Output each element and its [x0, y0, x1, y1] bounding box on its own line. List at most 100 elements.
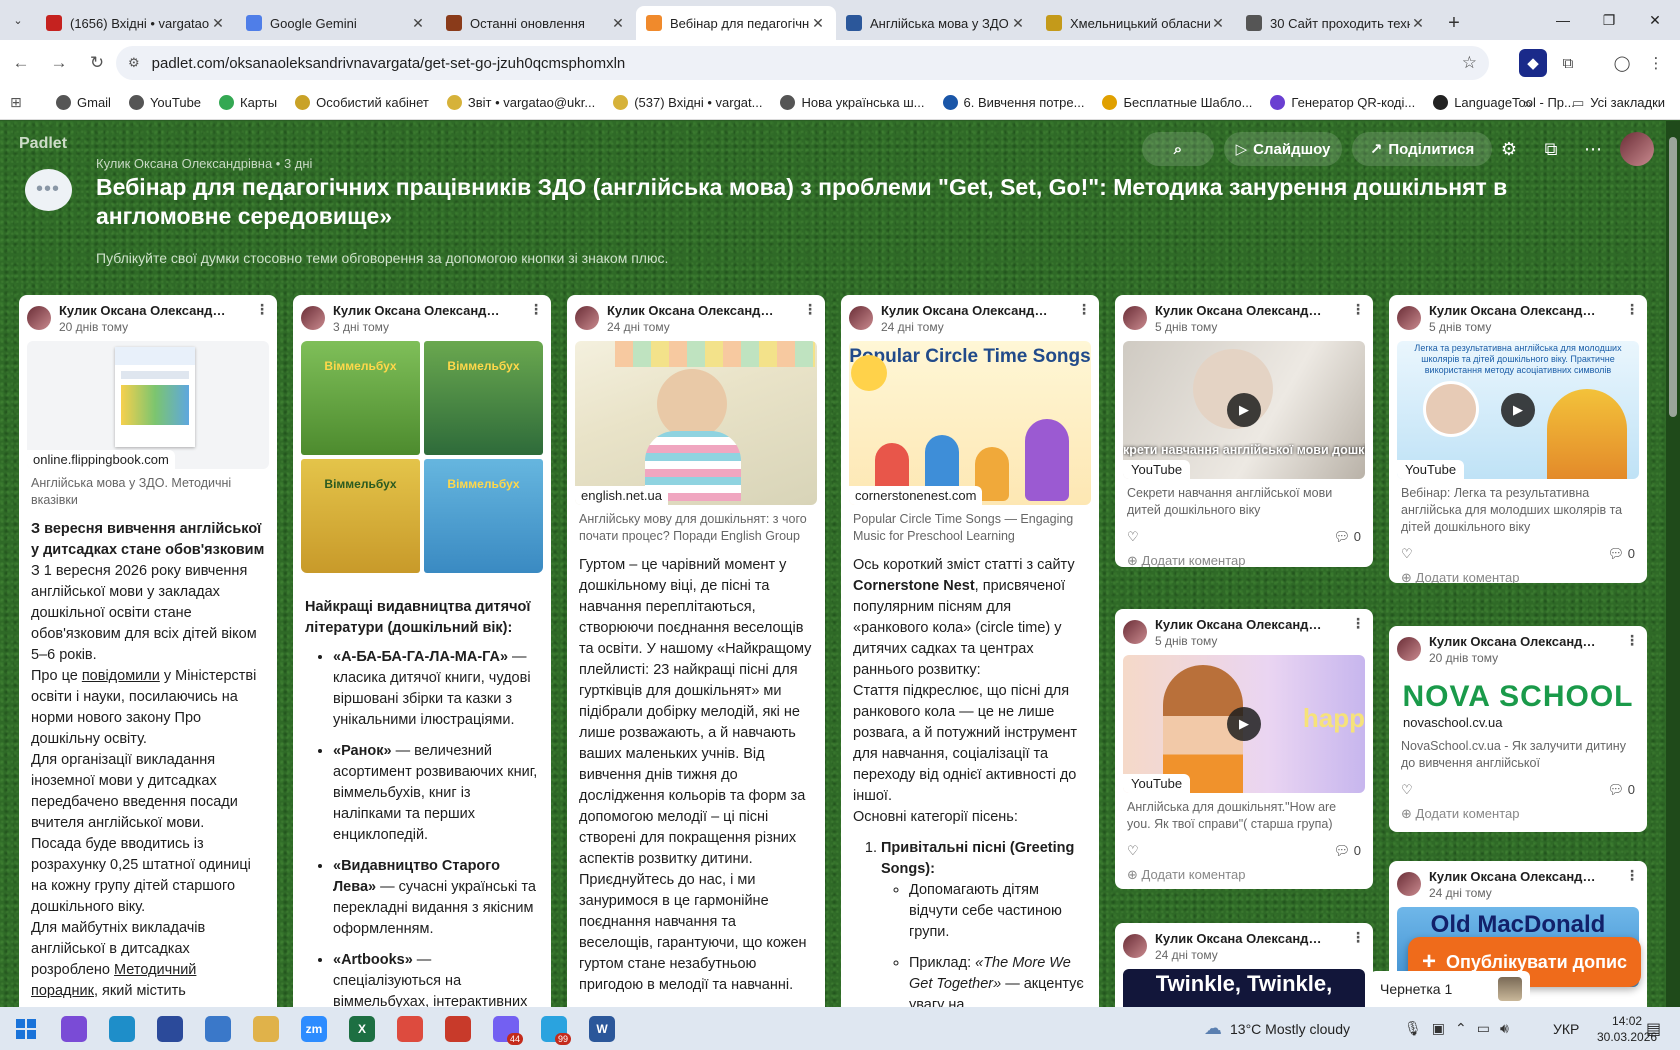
restore-button[interactable]: ❐: [1586, 0, 1632, 40]
post-menu-icon[interactable]: ⋮: [1625, 632, 1639, 649]
browser-tab[interactable]: Англійська мова у ЗДО. ✕: [836, 6, 1036, 40]
padlet-logo[interactable]: Padlet: [19, 135, 67, 153]
browser-menu-icon[interactable]: ⋮: [1642, 49, 1670, 77]
comment-count[interactable]: 💬︎ 0: [1608, 546, 1635, 562]
browser-tab[interactable]: Google Gemini ✕: [236, 6, 436, 40]
comment-count[interactable]: 💬︎ 0: [1334, 843, 1361, 859]
video-thumbnail[interactable]: Легка та результативна англійська для мо…: [1397, 341, 1639, 479]
excel-icon[interactable]: X: [342, 1009, 382, 1049]
volume-icon[interactable]: 🔊︎: [1500, 1020, 1509, 1037]
play-button[interactable]: ▶: [1227, 393, 1261, 427]
more-options-icon[interactable]: ⋯: [1576, 132, 1610, 166]
weather-widget[interactable]: ☁ 13°C Mostly cloudy: [1204, 1007, 1350, 1050]
bookmark-star-icon[interactable]: ☆: [1462, 53, 1477, 73]
add-comment-button[interactable]: ⊕ Додати коментар: [1389, 798, 1647, 822]
app-red-icon[interactable]: [438, 1009, 478, 1049]
mic-icon[interactable]: 🎙︎: [1404, 1020, 1422, 1037]
post-card[interactable]: Кулик Оксана Олександрі... 3 дні тому ⋮ Ві…: [293, 295, 551, 1007]
post-card[interactable]: Кулик Оксана Олександрі... 5 днів тому ⋮ к…: [1115, 295, 1373, 567]
bookmark-item[interactable]: Карты: [219, 95, 277, 110]
browser-tab[interactable]: (1656) Вхідні • vargatao@ ✕: [36, 6, 236, 40]
link-preview-image[interactable]: online.flippingbook.com: [27, 341, 269, 469]
play-button[interactable]: ▶: [1227, 707, 1261, 741]
settings-gear-icon[interactable]: ⚙: [1492, 132, 1526, 166]
address-bar[interactable]: ⚙ padlet.com/oksanaoleksandrivnavargata/…: [116, 46, 1489, 80]
network-icon[interactable]: ▭: [1477, 1020, 1490, 1037]
share-button[interactable]: ↗ Поділитися: [1352, 132, 1492, 166]
forward-icon[interactable]: →: [42, 46, 76, 80]
heart-icon[interactable]: ♡: [1401, 546, 1413, 562]
comment-count[interactable]: 💬︎ 0: [1334, 529, 1361, 545]
scrollbar-thumb[interactable]: [1669, 137, 1677, 417]
viber-icon[interactable]: 44: [486, 1009, 526, 1049]
heart-icon[interactable]: ♡: [1127, 843, 1139, 859]
tab-search-icon[interactable]: ⌄: [0, 0, 36, 40]
all-bookmarks[interactable]: ▭ Усі закладки: [1572, 95, 1665, 111]
post-card[interactable]: Кулик Оксана Олександрі... 24 дні тому ⋮ T…: [1115, 923, 1373, 1007]
tray-chevron-icon[interactable]: ⌃: [1455, 1020, 1467, 1037]
notifications-icon[interactable]: ▤: [1646, 1007, 1661, 1050]
comment-count[interactable]: 💬︎ 0: [1608, 782, 1635, 798]
new-tab-button[interactable]: +: [1436, 6, 1472, 40]
bookmark-item[interactable]: Звіт • vargatao@ukr...: [446, 95, 595, 110]
user-avatar[interactable]: [1620, 132, 1654, 166]
save-icon[interactable]: [150, 1009, 190, 1049]
post-menu-icon[interactable]: ⋮: [1351, 615, 1365, 632]
post-menu-icon[interactable]: ⋮: [1351, 929, 1365, 946]
post-menu-icon[interactable]: ⋮: [1625, 301, 1639, 318]
browser-tab[interactable]: Вебінар для педагогічн ✕: [636, 6, 836, 40]
chrome-icon[interactable]: [390, 1009, 430, 1049]
heart-icon[interactable]: ♡: [1401, 782, 1413, 798]
word-icon[interactable]: W: [582, 1009, 622, 1049]
browser-tab[interactable]: Хмельницький обласни ✕: [1036, 6, 1236, 40]
bookmarks-overflow-icon[interactable]: »: [1524, 95, 1532, 111]
post-card[interactable]: Кулик Оксана Олександрі... 5 днів тому ⋮ Л…: [1389, 295, 1647, 583]
globe-icon[interactable]: [198, 1009, 238, 1049]
bookmark-item[interactable]: LanguageTool - Пр...: [1433, 95, 1575, 110]
video-thumbnail[interactable]: крети навчання англійської мови дошкільн…: [1123, 341, 1365, 479]
folder-icon[interactable]: [246, 1009, 286, 1049]
slideshow-button[interactable]: ▷ Слайдшоу: [1224, 132, 1342, 166]
close-tab-icon[interactable]: ✕: [1210, 15, 1226, 32]
display-icon[interactable]: ▣: [1432, 1020, 1445, 1037]
post-card[interactable]: Кулик Оксана Олександрі... 5 днів тому ⋮ h…: [1115, 609, 1373, 889]
copilot-icon[interactable]: [54, 1009, 94, 1049]
post-menu-icon[interactable]: ⋮: [1077, 301, 1091, 318]
browser-tab[interactable]: 30 Сайт проходить техн ✕: [1236, 6, 1436, 40]
draft-tab[interactable]: Чернетка 1: [1370, 971, 1530, 1007]
system-tray-icons[interactable]: 🎙︎ ▣ ⌃ ▭ 🔊︎: [1404, 1007, 1519, 1050]
zoom-icon[interactable]: zm: [294, 1009, 334, 1049]
close-tab-icon[interactable]: ✕: [810, 15, 826, 32]
search-button[interactable]: ⌕: [1142, 132, 1214, 166]
post-image[interactable]: Twinkle, Twinkle,: [1123, 969, 1365, 1007]
profile-icon[interactable]: ◯: [1608, 49, 1636, 77]
minimize-button[interactable]: —: [1540, 0, 1586, 40]
play-button[interactable]: ▶: [1501, 393, 1535, 427]
bookmark-item[interactable]: Бесплатные Шабло...: [1102, 95, 1252, 110]
bookmark-item[interactable]: Особистий кабінет: [295, 95, 429, 110]
post-card[interactable]: Кулик Оксана Олександрі... 20 днів тому ⋮ …: [1389, 626, 1647, 832]
bookmark-item[interactable]: Нова українська ш...: [780, 95, 925, 110]
remake-icon[interactable]: ⧉: [1534, 132, 1568, 166]
link-preview-image[interactable]: english.net.ua: [575, 341, 817, 505]
close-window-button[interactable]: ✕: [1632, 0, 1678, 40]
post-menu-icon[interactable]: ⋮: [529, 301, 543, 318]
reload-icon[interactable]: ↻: [80, 46, 114, 80]
bookmark-item[interactable]: 6. Вивчення потре...: [942, 95, 1084, 110]
post-menu-icon[interactable]: ⋮: [1625, 867, 1639, 884]
start-button[interactable]: [6, 1009, 46, 1049]
page-scrollbar[interactable]: [1666, 121, 1680, 1007]
add-comment-button[interactable]: ⊕ Додати коментар: [1115, 545, 1373, 567]
language-indicator[interactable]: УКР: [1553, 1007, 1579, 1050]
link-preview-image[interactable]: NOVA SCHOOL novaschool.cv.ua: [1397, 672, 1639, 732]
apps-grid-icon[interactable]: ⊞: [10, 94, 40, 111]
add-comment-button[interactable]: ⊕ Додати коментар: [1389, 562, 1647, 583]
post-image[interactable]: Віммельбух Віммельбух Віммельбух Віммель…: [301, 341, 543, 573]
post-menu-icon[interactable]: ⋮: [803, 301, 817, 318]
close-tab-icon[interactable]: ✕: [210, 15, 226, 32]
close-tab-icon[interactable]: ✕: [1010, 15, 1026, 32]
close-tab-icon[interactable]: ✕: [410, 15, 426, 32]
add-comment-button[interactable]: ⊕ Додати коментар: [1115, 859, 1373, 883]
edge-icon[interactable]: [102, 1009, 142, 1049]
video-thumbnail[interactable]: happ ▶ YouTube: [1123, 655, 1365, 793]
